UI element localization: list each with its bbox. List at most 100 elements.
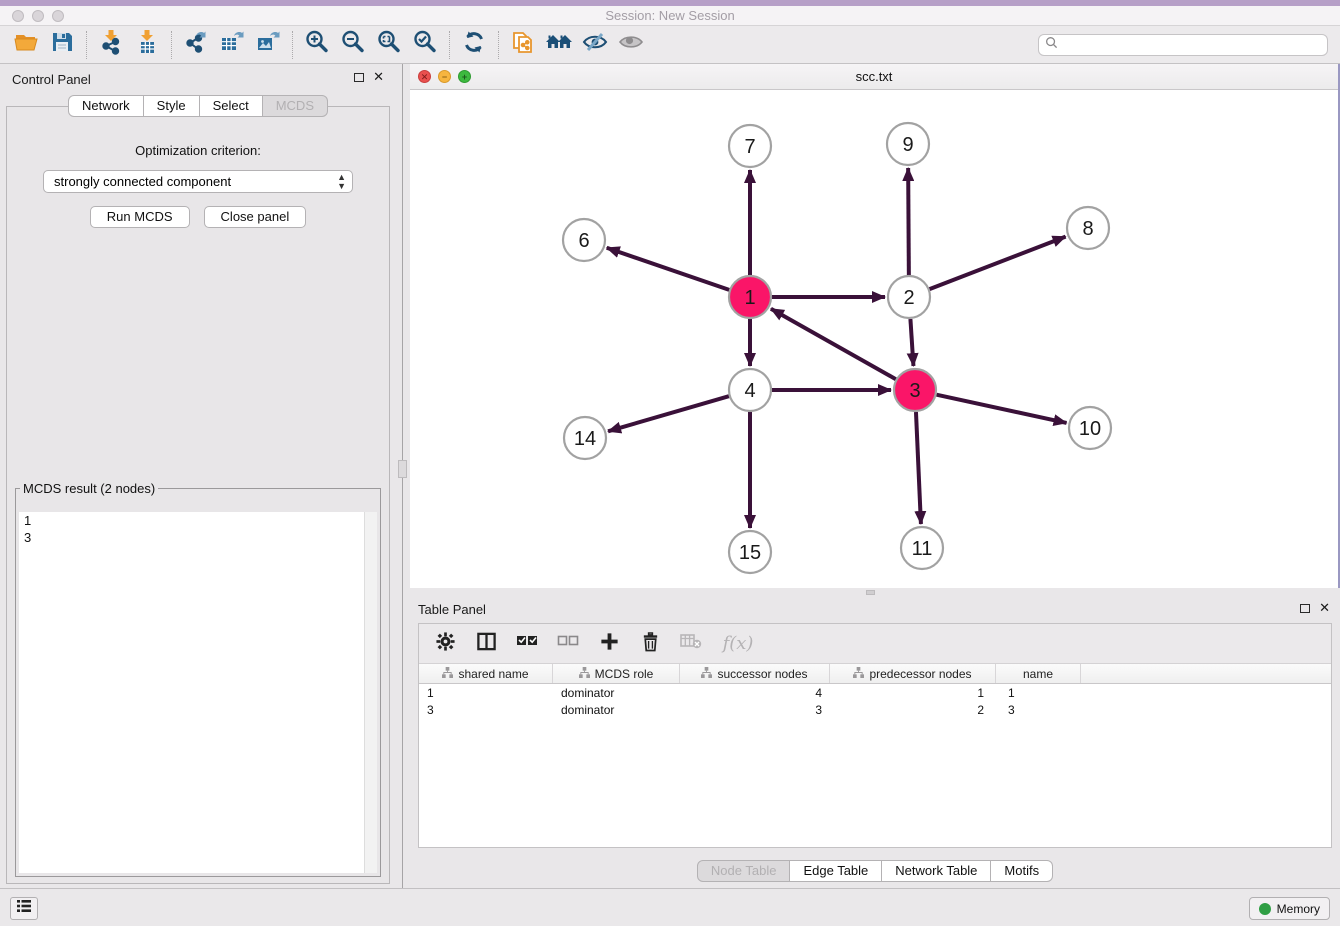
table-settings-button[interactable] bbox=[433, 632, 457, 656]
float-panel-icon[interactable] bbox=[1300, 604, 1310, 613]
mcds-pane: NetworkStyleSelectMCDS Optimization crit… bbox=[6, 106, 390, 884]
node-label: 10 bbox=[1079, 418, 1101, 440]
run-mcds-button[interactable]: Run MCDS bbox=[90, 206, 190, 228]
optimization-criterion-value: strongly connected component bbox=[54, 174, 231, 189]
float-panel-icon[interactable] bbox=[354, 73, 364, 82]
first-neighbors-button[interactable] bbox=[541, 29, 577, 61]
delete-row-button[interactable] bbox=[638, 632, 662, 656]
table-row[interactable]: 1dominator411 bbox=[419, 684, 1331, 701]
mcds-result-title: MCDS result (2 nodes) bbox=[20, 481, 158, 496]
node-label: 2 bbox=[903, 287, 914, 309]
deselect-all-button[interactable] bbox=[556, 632, 580, 656]
refresh-view-button[interactable] bbox=[456, 29, 492, 61]
column-label: predecessor nodes bbox=[869, 667, 971, 681]
select-all-button[interactable] bbox=[515, 632, 539, 656]
cell-name: 1 bbox=[996, 686, 1081, 700]
task-history-button[interactable] bbox=[10, 897, 38, 920]
zoom-out-button[interactable] bbox=[335, 29, 371, 61]
cell-successor_nodes: 3 bbox=[680, 703, 830, 717]
tab-edge-table[interactable]: Edge Table bbox=[790, 860, 882, 882]
column-header-successor-nodes[interactable]: successor nodes bbox=[680, 664, 830, 683]
edge-2-8[interactable] bbox=[930, 237, 1066, 289]
plus-icon bbox=[599, 631, 620, 657]
optimization-criterion-select[interactable]: strongly connected component ▲▼ bbox=[43, 170, 353, 193]
edge-2-9[interactable] bbox=[908, 168, 909, 275]
network-graph[interactable]: 7968124314101511 bbox=[410, 90, 1338, 588]
eye-blocked-icon bbox=[581, 29, 609, 60]
refresh-icon bbox=[461, 29, 487, 60]
cell-predecessor_nodes: 1 bbox=[830, 686, 996, 700]
tab-node-table[interactable]: Node Table bbox=[697, 860, 791, 882]
add-row-button[interactable] bbox=[597, 632, 621, 656]
result-scrollbar[interactable] bbox=[364, 512, 377, 873]
clone-network-view-button[interactable] bbox=[505, 29, 541, 61]
export-table-button[interactable] bbox=[214, 29, 250, 61]
zoom-fit-button[interactable] bbox=[371, 29, 407, 61]
show-all-button[interactable] bbox=[613, 29, 649, 61]
close-panel-button[interactable]: Close panel bbox=[204, 206, 307, 228]
control-panel-title: Control Panel bbox=[12, 72, 91, 87]
zoom-selected-button[interactable] bbox=[407, 29, 443, 61]
zoom-in-button[interactable] bbox=[299, 29, 335, 61]
tab-network-table[interactable]: Network Table bbox=[882, 860, 991, 882]
node-label: 15 bbox=[739, 542, 761, 564]
close-panel-icon[interactable]: ✕ bbox=[1319, 600, 1330, 616]
column-label: name bbox=[1023, 667, 1053, 681]
delete-column-icon bbox=[680, 632, 702, 655]
horizontal-splitter[interactable] bbox=[410, 588, 1340, 597]
vertical-splitter[interactable] bbox=[396, 64, 410, 888]
tab-network[interactable]: Network bbox=[68, 95, 144, 117]
table-panel: Table Panel ✕ bbox=[410, 597, 1340, 888]
search-input[interactable] bbox=[1062, 37, 1321, 53]
edge-1-6[interactable] bbox=[607, 248, 729, 290]
column-header-predecessor-nodes[interactable]: predecessor nodes bbox=[830, 664, 996, 683]
node-label: 9 bbox=[902, 134, 913, 156]
hide-selected-button[interactable] bbox=[577, 29, 613, 61]
column-header-mcds-role[interactable]: MCDS role bbox=[553, 664, 680, 683]
table-row[interactable]: 3dominator323 bbox=[419, 701, 1331, 718]
close-panel-icon[interactable]: ✕ bbox=[373, 69, 384, 85]
import-network-button[interactable] bbox=[93, 29, 129, 61]
edge-2-3[interactable] bbox=[910, 319, 913, 366]
search-field[interactable] bbox=[1038, 34, 1328, 56]
network-canvas[interactable]: 7968124314101511 bbox=[410, 90, 1338, 588]
edge-3-11[interactable] bbox=[916, 412, 921, 524]
mcds-result-list[interactable]: 13 bbox=[19, 512, 377, 873]
node-label: 11 bbox=[912, 538, 933, 560]
tab-motifs[interactable]: Motifs bbox=[991, 860, 1053, 882]
tab-select[interactable]: Select bbox=[200, 95, 263, 117]
memory-button[interactable]: Memory bbox=[1249, 897, 1330, 920]
cell-shared_name: 1 bbox=[419, 686, 553, 700]
network-window-titlebar: ✕ − + scc.txt bbox=[410, 64, 1338, 90]
zoom-out-icon bbox=[340, 29, 366, 60]
edge-3-1[interactable] bbox=[771, 309, 896, 379]
function-builder-button[interactable]: f(x) bbox=[720, 632, 756, 656]
export-network-icon bbox=[183, 29, 209, 60]
node-label: 8 bbox=[1082, 218, 1093, 240]
window-titlebar: Session: New Session bbox=[0, 6, 1340, 26]
import-table-button[interactable] bbox=[129, 29, 165, 61]
delete-column-button[interactable] bbox=[679, 632, 703, 656]
checked-boxes-icon bbox=[516, 632, 538, 655]
save-session-button[interactable] bbox=[44, 29, 80, 61]
edge-4-14[interactable] bbox=[608, 396, 729, 431]
status-bar: Memory bbox=[0, 888, 1340, 926]
toolbar-separator bbox=[171, 31, 172, 59]
import-network-icon bbox=[98, 29, 124, 60]
column-label: shared name bbox=[458, 667, 528, 681]
show-columns-button[interactable] bbox=[474, 632, 498, 656]
export-image-icon bbox=[255, 29, 281, 60]
node-label: 14 bbox=[574, 428, 596, 450]
table-toolbar: f(x) bbox=[419, 624, 1331, 664]
splitter-grip[interactable] bbox=[398, 460, 407, 478]
splitter-grip[interactable] bbox=[866, 590, 875, 595]
column-header-name[interactable]: name bbox=[996, 664, 1081, 683]
export-network-button[interactable] bbox=[178, 29, 214, 61]
node-label: 6 bbox=[578, 230, 589, 252]
column-header-shared-name[interactable]: shared name bbox=[419, 664, 553, 683]
tab-style[interactable]: Style bbox=[144, 95, 200, 117]
export-image-button[interactable] bbox=[250, 29, 286, 61]
open-session-button[interactable] bbox=[8, 29, 44, 61]
edge-3-10[interactable] bbox=[936, 395, 1066, 423]
tab-mcds[interactable]: MCDS bbox=[263, 95, 328, 117]
